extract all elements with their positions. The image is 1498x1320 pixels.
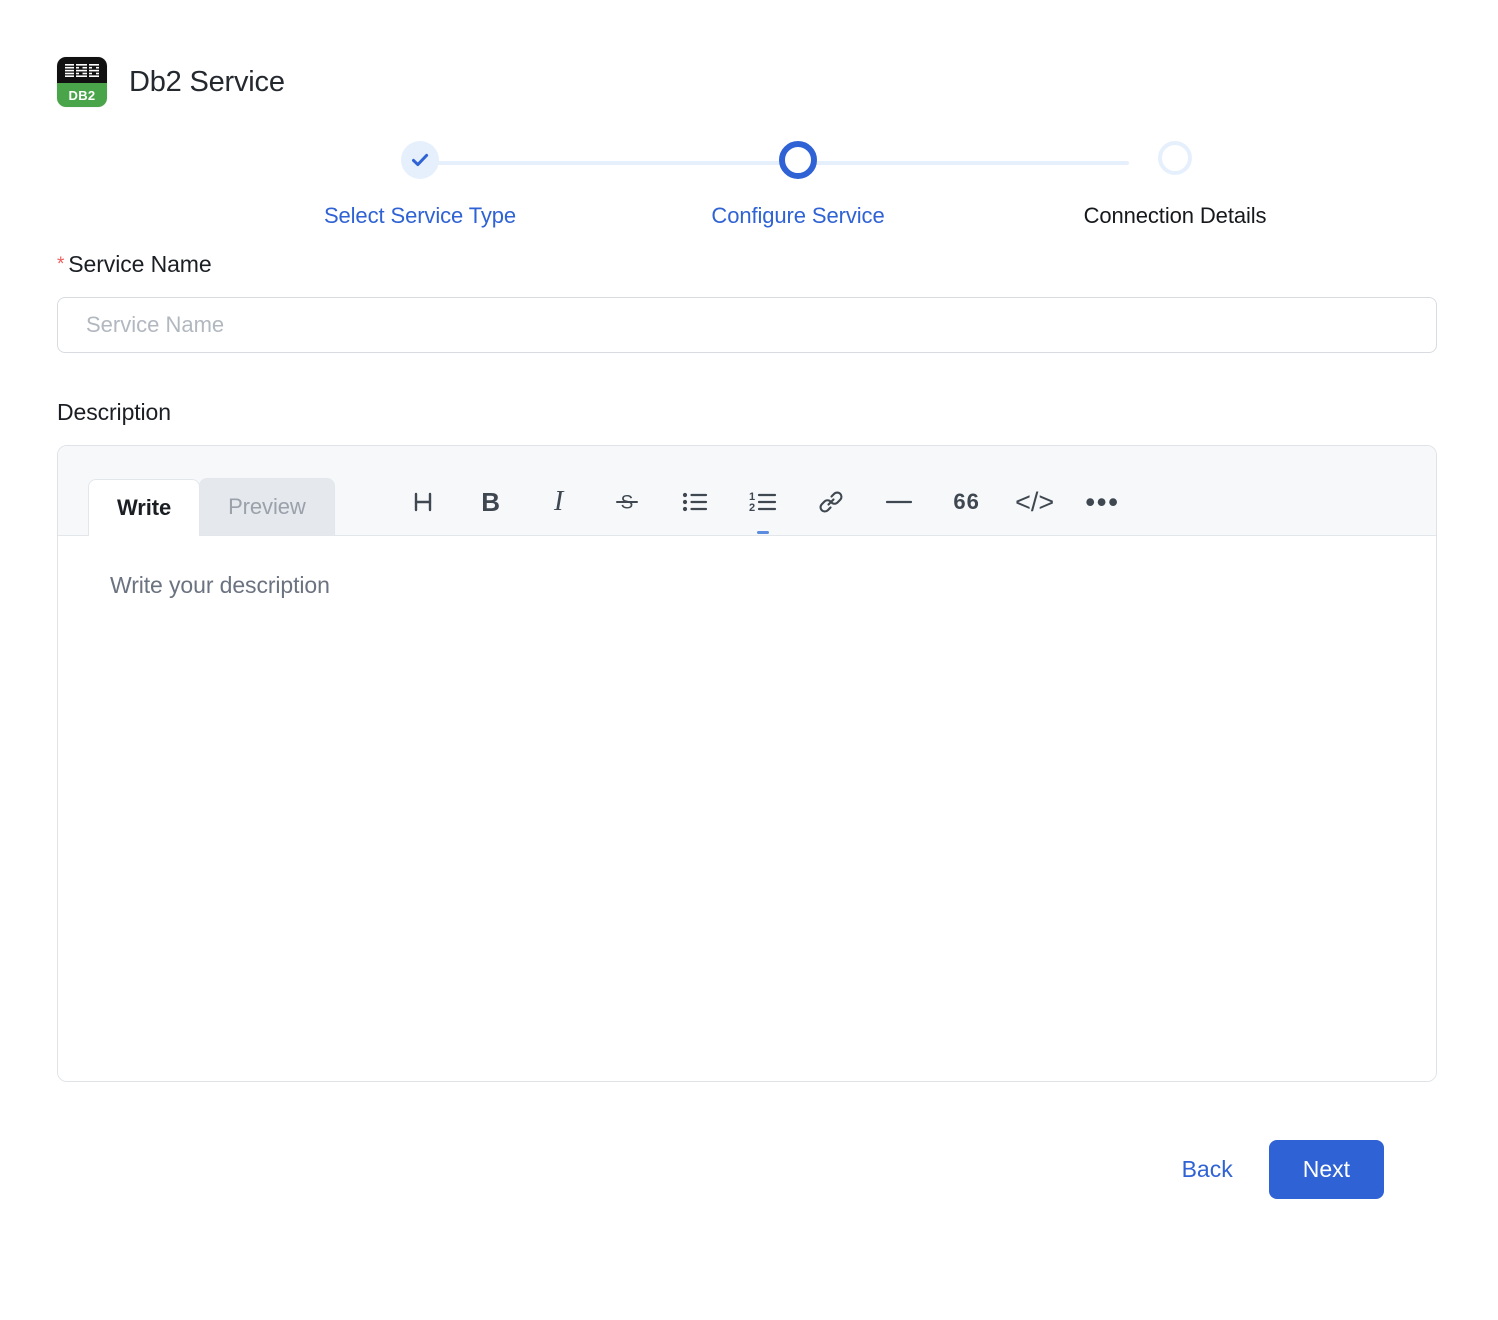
- active-tool-indicator: [757, 531, 769, 534]
- tab-write[interactable]: Write: [88, 479, 200, 536]
- description-textarea[interactable]: Write your description: [58, 536, 1436, 1081]
- link-icon[interactable]: [797, 479, 865, 525]
- required-asterisk: *: [57, 254, 64, 275]
- editor-format-tools: B I S: [389, 479, 1137, 525]
- configure-service-page: DB2 Db2 Service Select Service Type Conf…: [0, 0, 1498, 1320]
- next-button[interactable]: Next: [1269, 1140, 1384, 1199]
- editor-tabs: Write Preview: [88, 478, 335, 535]
- description-markdown-editor: Write Preview B: [57, 445, 1437, 1082]
- service-name-label: *Service Name: [57, 251, 1441, 278]
- ibm-wordmark: [57, 57, 107, 83]
- editor-toolbar: Write Preview B: [58, 446, 1436, 536]
- bold-glyph: B: [481, 489, 500, 515]
- service-name-label-text: Service Name: [68, 251, 211, 277]
- svg-text:2: 2: [749, 502, 755, 514]
- page-header: DB2 Db2 Service: [0, 0, 1498, 107]
- ring-icon: [1158, 141, 1192, 175]
- quote-glyph: 66: [953, 491, 979, 513]
- code-icon[interactable]: </>: [1001, 479, 1069, 525]
- service-name-input[interactable]: [57, 297, 1437, 353]
- italic-icon[interactable]: I: [525, 479, 593, 525]
- quote-icon[interactable]: 66: [933, 479, 1001, 525]
- more-options-icon[interactable]: •••: [1069, 479, 1137, 525]
- wizard-actions: Back Next: [57, 1082, 1441, 1199]
- stepper-step-label: Connection Details: [1084, 203, 1267, 229]
- check-icon: [401, 141, 439, 179]
- stepper-step-configure-service[interactable]: Configure Service: [718, 141, 878, 179]
- ring-icon: [779, 141, 817, 179]
- back-button[interactable]: Back: [1174, 1146, 1241, 1193]
- db2-wordmark: DB2: [57, 83, 107, 107]
- ibm-db2-logo: DB2: [57, 57, 107, 107]
- bullet-list-icon[interactable]: [661, 479, 729, 525]
- tab-preview[interactable]: Preview: [199, 478, 335, 535]
- page-title: Db2 Service: [129, 66, 285, 99]
- bold-icon[interactable]: B: [457, 479, 525, 525]
- stepper-step-label: Select Service Type: [324, 203, 516, 229]
- heading-icon[interactable]: [389, 479, 457, 525]
- description-placeholder: Write your description: [110, 572, 1436, 599]
- wizard-stepper: Select Service Type Configure Service Co…: [0, 141, 1498, 251]
- more-glyph: •••: [1085, 489, 1119, 516]
- strikethrough-icon[interactable]: S: [593, 479, 661, 525]
- stepper-step-connection-details[interactable]: Connection Details: [1095, 141, 1255, 175]
- stepper-step-label: Configure Service: [711, 203, 884, 229]
- horizontal-rule-icon[interactable]: [865, 479, 933, 525]
- db2-wordmark-text: DB2: [69, 88, 96, 103]
- configure-service-form: *Service Name Description Write Preview: [0, 251, 1498, 1199]
- stepper-step-select-service-type[interactable]: Select Service Type: [340, 141, 500, 179]
- description-label: Description: [57, 399, 1441, 426]
- italic-glyph: I: [554, 488, 563, 516]
- numbered-list-icon[interactable]: 1 2: [729, 479, 797, 525]
- code-glyph: </>: [1015, 489, 1054, 516]
